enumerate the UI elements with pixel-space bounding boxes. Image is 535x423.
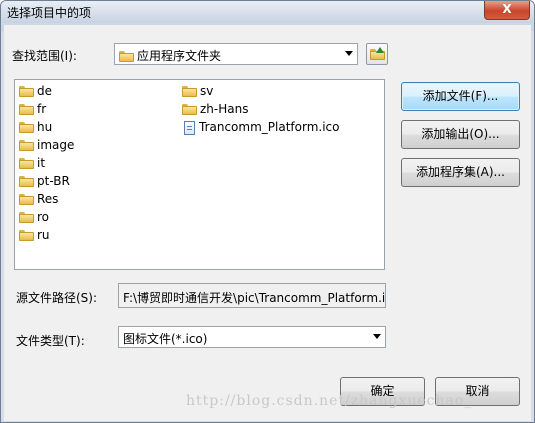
file-type-label: 文件类型(T):	[16, 334, 85, 348]
list-item[interactable]: de	[19, 83, 52, 100]
source-path-value: F:\博贸即时通信开发\pic\Trancomm_Platform.ic	[123, 291, 386, 305]
list-item-label: Trancomm_Platform.ico	[199, 120, 340, 134]
list-item-label: pt-BR	[37, 174, 70, 188]
file-list[interactable]: de fr hu image it pt-BR Res ro ru sv zh-…	[14, 79, 385, 270]
folder-icon	[119, 51, 134, 62]
folder-icon	[182, 104, 197, 115]
add-assembly-button[interactable]: 添加程序集(A)...	[401, 158, 520, 187]
list-item-label: ro	[37, 210, 50, 224]
title-bar: 选择项目中的项 X	[1, 1, 534, 23]
folder-icon	[19, 230, 34, 241]
list-item[interactable]: Res	[19, 191, 58, 208]
dialog-title: 选择项目中的项	[7, 6, 92, 20]
folder-icon	[19, 122, 34, 133]
list-item-label: Res	[37, 192, 59, 206]
list-item-label: fr	[37, 102, 47, 116]
list-item[interactable]: pt-BR	[19, 173, 70, 190]
ico-file-icon	[184, 120, 195, 135]
look-in-dropdown[interactable]: 应用程序文件夹	[114, 43, 358, 65]
folder-icon	[19, 176, 34, 187]
list-item-label: it	[37, 156, 46, 170]
folder-icon	[19, 212, 34, 223]
list-item[interactable]: it	[19, 155, 45, 172]
list-item-label: sv	[200, 84, 214, 98]
look-in-value: 应用程序文件夹	[137, 49, 222, 63]
file-type-dropdown[interactable]: 图标文件(*.ico)	[118, 326, 386, 348]
list-item-label: ru	[37, 228, 50, 242]
folder-icon	[182, 86, 197, 97]
dialog-client-area: 查找范围(I): 应用程序文件夹 de fr hu image it pt-BR…	[4, 25, 531, 421]
list-item-label: de	[37, 84, 52, 98]
list-item[interactable]: image	[19, 137, 74, 154]
list-item[interactable]: fr	[19, 101, 46, 118]
watermark-text: http://blog.csdn.net/zhangxuechao_	[186, 393, 473, 409]
folder-icon	[19, 140, 34, 151]
folder-icon	[19, 158, 34, 169]
chevron-down-icon	[373, 334, 381, 339]
chevron-down-icon	[345, 51, 353, 56]
list-item-label: zh-Hans	[200, 102, 249, 116]
list-item-label: image	[37, 138, 75, 152]
up-folder-button[interactable]	[366, 43, 388, 65]
list-item-label: hu	[37, 120, 53, 134]
list-item[interactable]: zh-Hans	[182, 101, 248, 118]
look-in-value-wrap: 应用程序文件夹	[119, 47, 221, 64]
list-item[interactable]: hu	[19, 119, 52, 136]
add-file-button[interactable]: 添加文件(F)...	[401, 82, 520, 111]
folder-icon	[19, 86, 34, 97]
look-in-label: 查找范围(I):	[12, 49, 77, 63]
list-item-file[interactable]: Trancomm_Platform.ico	[184, 119, 339, 136]
close-button[interactable]: X	[484, 1, 530, 20]
list-item[interactable]: ru	[19, 227, 50, 244]
folder-icon	[19, 104, 34, 115]
list-item[interactable]: ro	[19, 209, 49, 226]
folder-icon	[19, 194, 34, 205]
source-path-label: 源文件路径(S):	[16, 291, 98, 305]
file-type-value: 图标文件(*.ico)	[123, 332, 208, 346]
source-path-field[interactable]: F:\博贸即时通信开发\pic\Trancomm_Platform.ic	[118, 283, 386, 308]
up-arrow-icon	[376, 47, 384, 53]
dialog-window: 选择项目中的项 X 查找范围(I): 应用程序文件夹 de fr hu imag…	[0, 0, 535, 423]
list-item[interactable]: sv	[182, 83, 213, 100]
add-output-button[interactable]: 添加输出(O)...	[401, 120, 520, 149]
